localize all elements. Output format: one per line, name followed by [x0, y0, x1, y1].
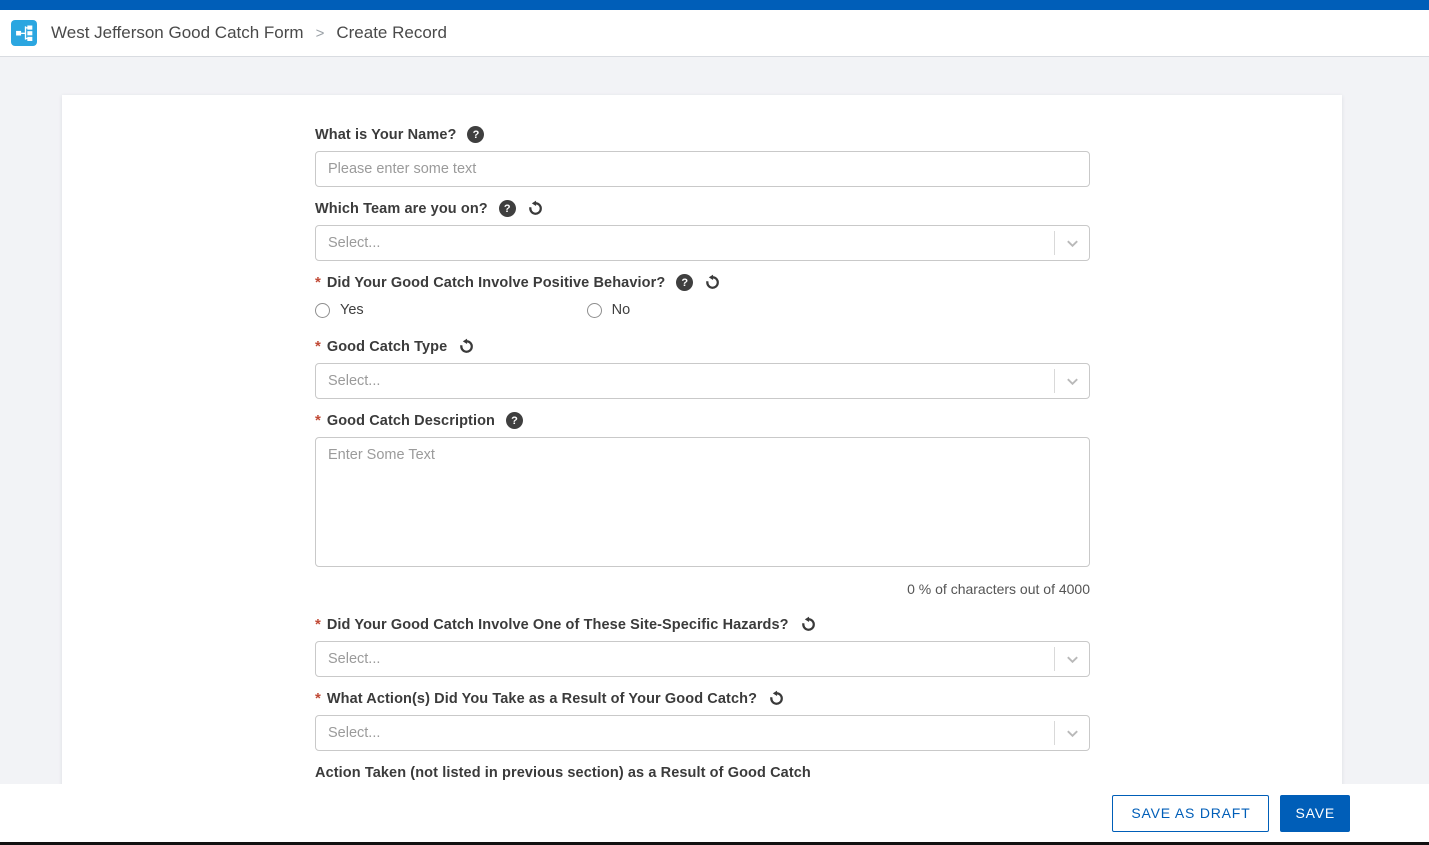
chevron-down-icon: [1055, 726, 1089, 741]
field-hazards: * Did Your Good Catch Involve One of The…: [315, 615, 1090, 677]
breadcrumb: West Jefferson Good Catch Form > Create …: [51, 23, 447, 43]
field-name-label: What is Your Name?: [315, 127, 456, 143]
good-catch-type-select-value: Select...: [316, 373, 1054, 389]
hazards-select-value: Select...: [316, 651, 1054, 667]
required-marker: *: [315, 616, 321, 633]
reset-icon[interactable]: [768, 690, 785, 707]
field-action-other-label: Action Taken (not listed in previous sec…: [315, 765, 811, 781]
chevron-down-icon: [1055, 374, 1089, 389]
good-catch-type-select[interactable]: Select...: [315, 363, 1090, 399]
description-textarea[interactable]: [315, 437, 1090, 567]
breadcrumb-current-page: Create Record: [336, 23, 447, 43]
field-actions: * What Action(s) Did You Take as a Resul…: [315, 689, 1090, 751]
help-icon[interactable]: ?: [676, 274, 693, 291]
character-counter: 0 % of characters out of 4000: [907, 581, 1090, 597]
team-select-value: Select...: [316, 235, 1054, 251]
field-name: What is Your Name? ?: [315, 125, 1090, 187]
form-action-footer: SAVE AS DRAFT SAVE: [0, 784, 1429, 845]
field-team-label: Which Team are you on?: [315, 201, 488, 217]
required-marker: *: [315, 274, 321, 291]
field-good-catch-type: * Good Catch Type Select...: [315, 337, 1090, 399]
field-description: * Good Catch Description ? 0 % of charac…: [315, 411, 1090, 599]
help-icon[interactable]: ?: [467, 126, 484, 143]
chevron-down-icon: [1055, 652, 1089, 667]
reset-icon[interactable]: [458, 338, 475, 355]
app-form-icon: [11, 20, 37, 46]
actions-select[interactable]: Select...: [315, 715, 1090, 751]
reset-icon[interactable]: [527, 200, 544, 217]
breadcrumb-separator: >: [316, 25, 325, 42]
team-select[interactable]: Select...: [315, 225, 1090, 261]
required-marker: *: [315, 690, 321, 707]
required-marker: *: [315, 412, 321, 429]
field-positive-behavior-label: Did Your Good Catch Involve Positive Beh…: [327, 275, 665, 291]
radio-option-yes[interactable]: Yes: [315, 302, 364, 318]
reset-icon[interactable]: [800, 616, 817, 633]
field-description-label: Good Catch Description: [327, 413, 495, 429]
required-marker: *: [315, 338, 321, 355]
form-tree-icon: [14, 23, 34, 43]
chevron-down-icon: [1055, 236, 1089, 251]
form-column: What is Your Name? ? Which Team are you …: [62, 95, 1342, 825]
field-positive-behavior: * Did Your Good Catch Involve Positive B…: [315, 273, 1090, 319]
reset-icon[interactable]: [704, 274, 721, 291]
radio-yes-label: Yes: [340, 302, 364, 318]
save-as-draft-button[interactable]: SAVE AS DRAFT: [1112, 795, 1269, 832]
radio-option-no[interactable]: No: [587, 302, 631, 318]
hazards-select[interactable]: Select...: [315, 641, 1090, 677]
top-accent-bar: [0, 0, 1429, 10]
field-good-catch-type-label: Good Catch Type: [327, 339, 447, 355]
form-card: What is Your Name? ? Which Team are you …: [62, 95, 1342, 845]
breadcrumb-header: West Jefferson Good Catch Form > Create …: [0, 10, 1429, 57]
name-input[interactable]: [315, 151, 1090, 187]
breadcrumb-form-link[interactable]: West Jefferson Good Catch Form: [51, 23, 304, 43]
field-team: Which Team are you on? ? Select...: [315, 199, 1090, 261]
field-hazards-label: Did Your Good Catch Involve One of These…: [327, 617, 789, 633]
radio-no-label: No: [612, 302, 631, 318]
actions-select-value: Select...: [316, 725, 1054, 741]
field-actions-label: What Action(s) Did You Take as a Result …: [327, 691, 757, 707]
help-icon[interactable]: ?: [499, 200, 516, 217]
help-icon[interactable]: ?: [506, 412, 523, 429]
save-button[interactable]: SAVE: [1280, 795, 1350, 832]
radio-button[interactable]: [587, 303, 602, 318]
radio-button[interactable]: [315, 303, 330, 318]
